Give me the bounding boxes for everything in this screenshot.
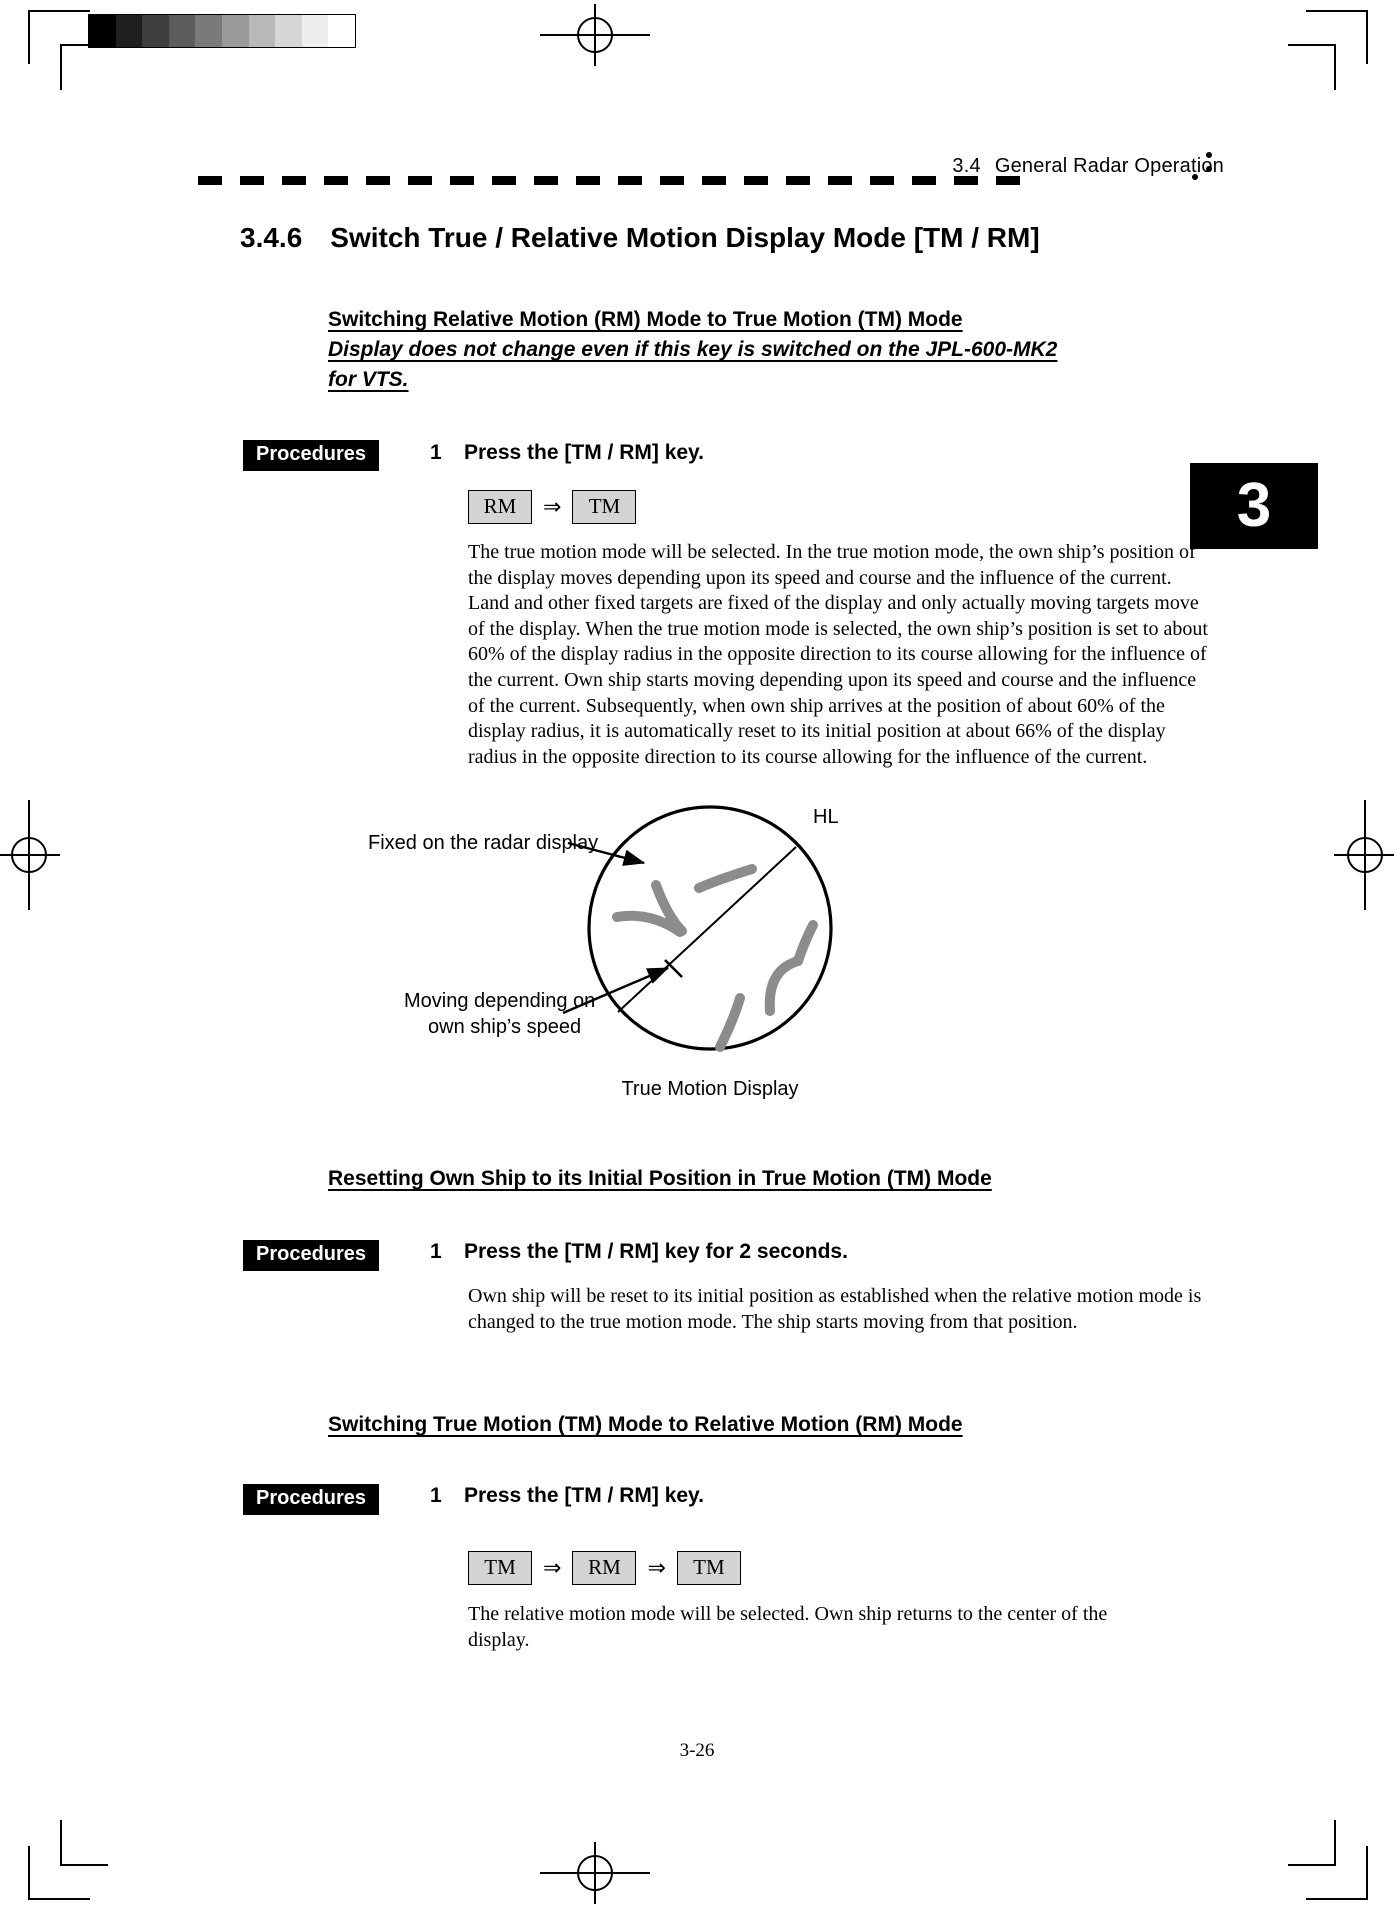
step-text: Press the [TM / RM] key for 2 seconds.	[464, 1240, 848, 1263]
figure-caption: True Motion Display	[621, 1078, 799, 1100]
keycap-tm-second[interactable]: TM	[676, 1551, 741, 1585]
step-1-block-1: 1 Press the [TM / RM] key.	[430, 441, 704, 465]
body-paragraph-2: Own ship will be reset to its initial po…	[468, 1285, 1202, 1333]
arrow-right-icon: ⇒	[647, 1555, 666, 1580]
radar-display-diagram: HL Fixed on the radar display Moving dep…	[368, 805, 839, 1052]
chapter-tab: 3	[1190, 463, 1318, 549]
key-sequence-tm-rm-tm: TM ⇒ RM ⇒ TM	[468, 1551, 741, 1585]
running-header: 3.4 General Radar Operation	[952, 155, 1224, 178]
body-paragraph-1: The true motion mode will be selected. I…	[468, 541, 1208, 768]
registration-target-top	[540, 4, 650, 66]
arrow-right-icon: ⇒	[543, 494, 562, 519]
procedures-badge-3: Procedures	[243, 1484, 380, 1515]
arrow-right-icon: ⇒	[543, 1555, 562, 1580]
callout-label-fixed: Fixed on the radar display	[368, 832, 598, 854]
procedures-badge-2: Procedures	[243, 1240, 380, 1271]
header-section-title: General Radar Operation	[994, 155, 1224, 177]
step-1-block-2: 1 Press the [TM / RM] key for 2 seconds.	[430, 1240, 848, 1264]
crop-mark-top-right-inner	[1288, 44, 1336, 90]
section-title-text: Switch True / Relative Motion Display Mo…	[330, 222, 1040, 253]
keycap-tm[interactable]: TM	[572, 490, 637, 524]
registration-target-left	[0, 800, 60, 910]
crop-mark-bottom-left-inner	[60, 1820, 108, 1866]
step-number: 1	[430, 441, 442, 464]
step-1-block-3: 1 Press the [TM / RM] key.	[430, 1484, 704, 1508]
subheading-resetting-own-ship: Resetting Own Ship to its Initial Positi…	[328, 1167, 992, 1190]
subheading-switching-tm-to-rm: Switching True Motion (TM) Mode to Relat…	[328, 1413, 963, 1436]
note-line-1: Display does not change even if this key…	[328, 338, 1058, 361]
crop-mark-top-left-inner	[60, 44, 108, 90]
note-line-2: for VTS.	[328, 368, 409, 391]
true-motion-display-figure: HL Fixed on the radar display Moving dep…	[360, 785, 1060, 1095]
keycap-rm[interactable]: RM	[468, 490, 532, 524]
callout-label-moving-1: Moving depending on	[404, 990, 595, 1012]
keycap-rm[interactable]: RM	[572, 1551, 637, 1585]
header-dashed-rule	[198, 176, 1038, 185]
registration-target-right	[1334, 800, 1394, 910]
grayscale-calibration-strip	[88, 14, 356, 48]
body-paragraph-3: The relative motion mode will be selecte…	[468, 1603, 1108, 1651]
header-section-number: 3.4	[952, 155, 981, 177]
hl-label: HL	[813, 806, 839, 828]
page-number: 3-26	[679, 1740, 715, 1761]
step-text: Press the [TM / RM] key.	[464, 1484, 705, 1507]
page-title: 3.4.6 Switch True / Relative Motion Displ…	[240, 222, 1040, 254]
step-text: Press the [TM / RM] key.	[464, 441, 705, 464]
key-sequence-rm-to-tm: RM ⇒ TM	[468, 490, 637, 524]
header-dots-icon	[1192, 152, 1222, 186]
step-number: 1	[430, 1240, 442, 1263]
registration-target-bottom	[540, 1842, 650, 1904]
crop-mark-bottom-right-inner	[1288, 1820, 1336, 1866]
step-number: 1	[430, 1484, 442, 1507]
subheading-switching-rm-to-tm: Switching Relative Motion (RM) Mode to T…	[328, 308, 963, 331]
procedures-badge-1: Procedures	[243, 440, 380, 471]
section-number: 3.4.6	[240, 222, 303, 253]
manual-page: 3.4 General Radar Operation 3 3.4.6 Switch…	[0, 0, 1394, 1908]
callout-label-moving-2: own ship’s speed	[428, 1016, 581, 1038]
keycap-tm-first[interactable]: TM	[468, 1551, 532, 1585]
